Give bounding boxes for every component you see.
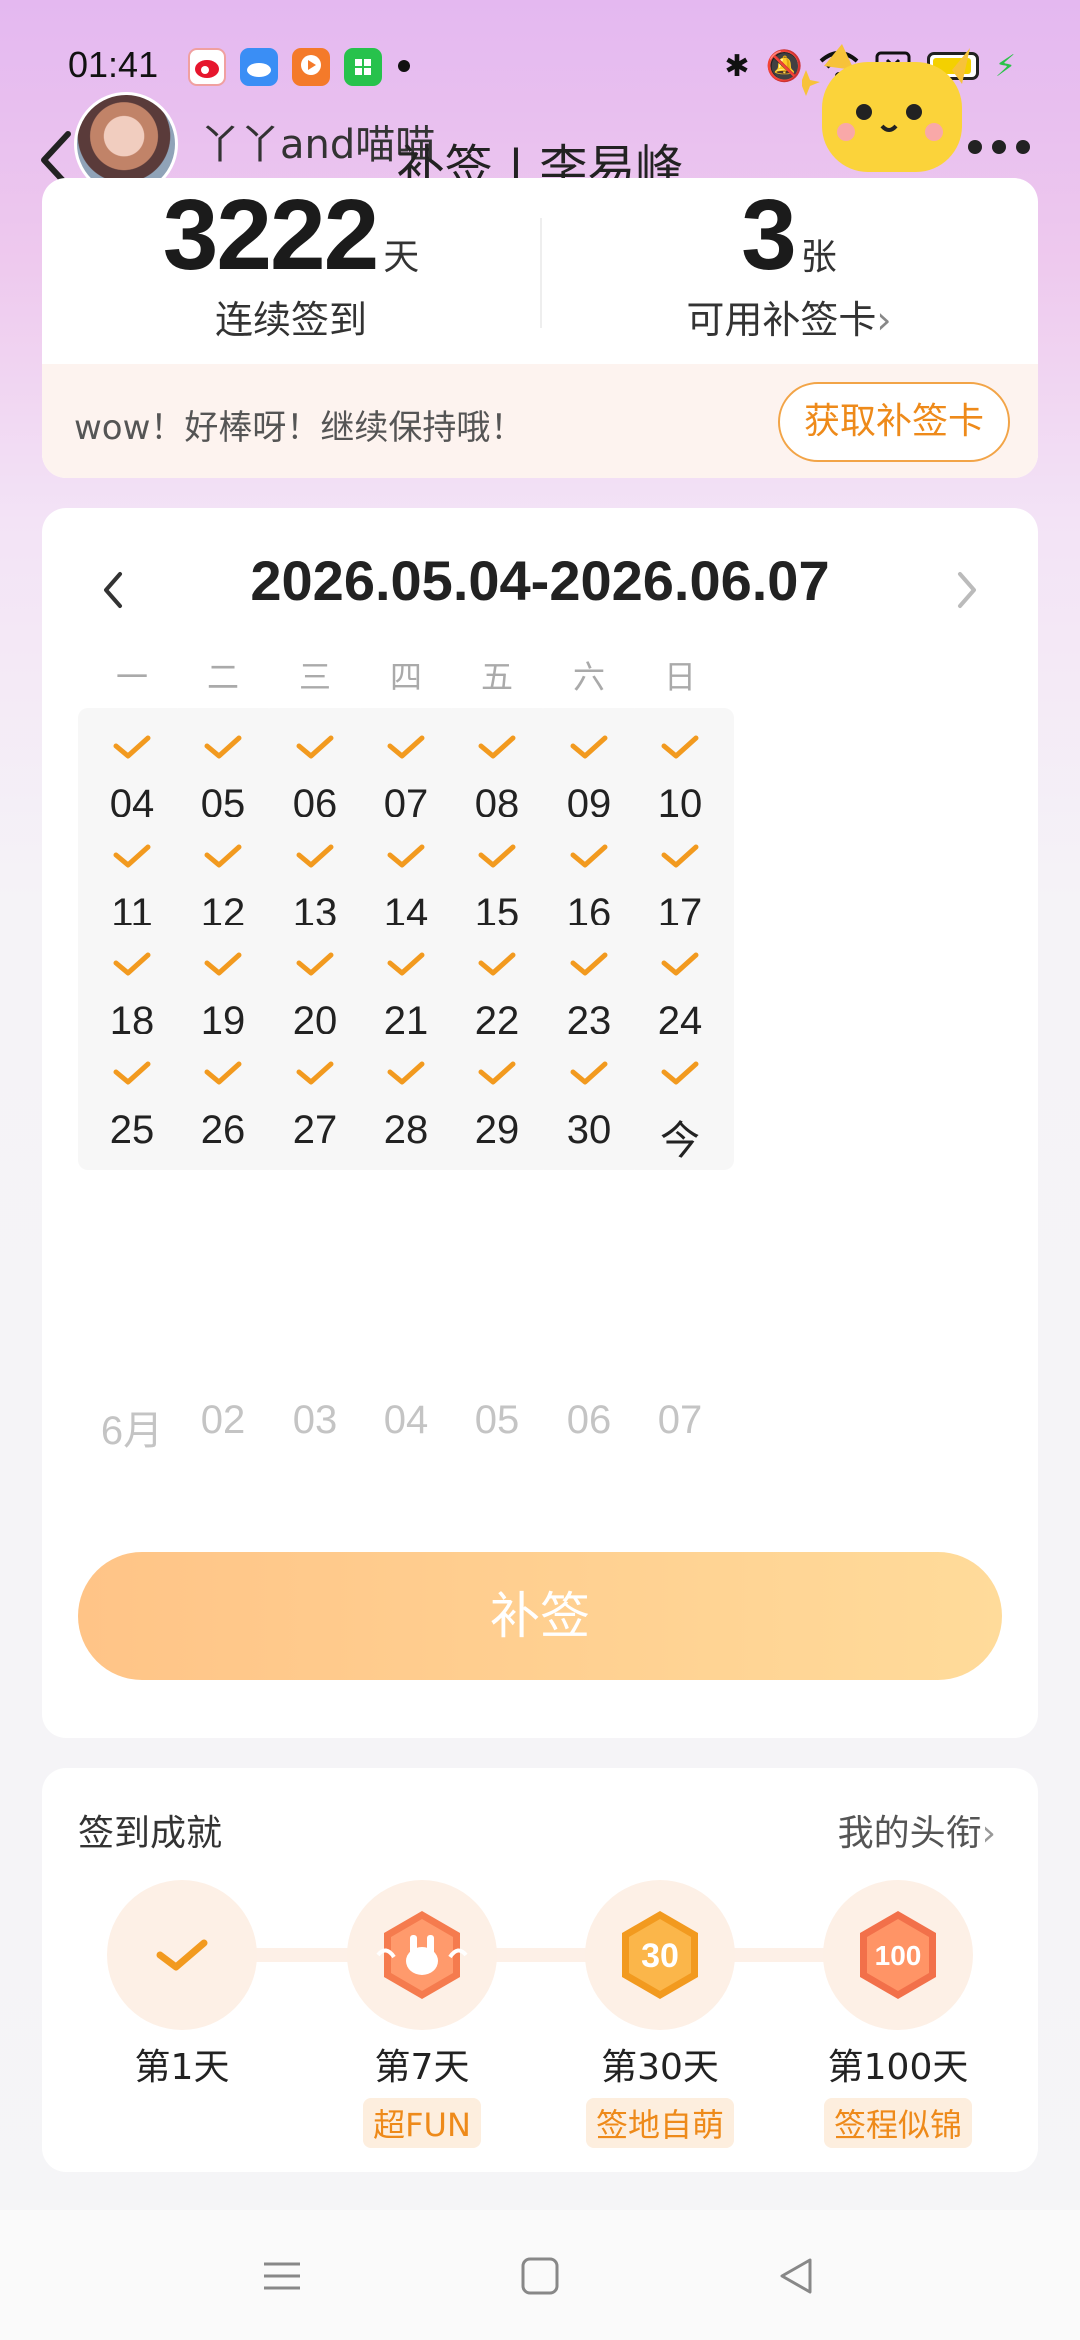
day-number: 今 — [660, 1118, 700, 1163]
chevron-right-icon: › — [981, 1813, 996, 1854]
check-icon — [661, 1061, 699, 1084]
achievement-day-label: 第7天 — [374, 2047, 470, 2088]
stats-card: 3222 天 连续签到 3张 可用补签卡› wow！好棒呀！继续保持哦！ 获取补签… — [42, 178, 1038, 478]
achievement-day-7[interactable]: 第7天 超FUN — [332, 1880, 512, 2148]
encouragement-bar: wow！好棒呀！继续保持哦！ 获取补签卡 — [42, 364, 1038, 478]
streak-stat: 3222 天 连续签到 — [42, 178, 540, 363]
cards-unit: 张 — [800, 237, 837, 278]
my-titles-label: 我的头衔 — [837, 1813, 982, 1854]
streak-label: 连续签到 — [214, 298, 367, 342]
achievement-tag: 签程似锦 — [823, 2098, 972, 2148]
cards-label-row[interactable]: 可用补签卡› — [540, 289, 1038, 344]
notification-dot — [398, 60, 410, 72]
check-icon — [107, 1880, 257, 2030]
my-titles-link[interactable]: 我的头衔› — [838, 1804, 996, 1856]
check-icon — [661, 735, 699, 759]
achievement-tag: 超FUN — [363, 2098, 481, 2148]
mascot-illustration — [802, 44, 970, 172]
makeup-cards-stat[interactable]: 3张 可用补签卡› — [540, 178, 1038, 363]
weibo-app-icon — [188, 48, 226, 86]
encouragement-text: wow！好棒呀！继续保持哦！ — [74, 408, 525, 448]
more-icon[interactable] — [968, 140, 1030, 154]
video-app-icon — [292, 48, 330, 86]
achievement-track — [182, 1948, 902, 1962]
badge-100-text: 100 — [875, 1940, 922, 1971]
30-days-badge-icon: 30 — [585, 1880, 735, 2030]
next-period-icon[interactable] — [946, 560, 986, 620]
100-days-badge-icon: 100 — [823, 1880, 973, 2030]
menu-icon[interactable] — [260, 2254, 304, 2298]
status-time: 01:41 — [68, 44, 159, 85]
calendar-range: 2026.05.04-2026.06.07 — [250, 549, 830, 612]
mini-app-icon — [344, 48, 382, 86]
calendar-card: 2026.05.04-2026.06.07 一二三四五六日 04 05 06 07 08… — [42, 508, 1038, 1738]
streak-value: 3222 — [162, 179, 379, 291]
achievement-tag: 签地自萌 — [585, 2098, 734, 2148]
achievement-day-label: 第100天 — [827, 2047, 969, 2088]
system-nav-bar — [0, 2210, 1080, 2340]
home-icon[interactable] — [518, 2254, 562, 2298]
hand-badge-icon — [347, 1880, 497, 2030]
achievement-day-1[interactable]: 第1天 — [92, 1880, 272, 2090]
charging-icon: ⚡ — [994, 48, 1016, 84]
achievement-day-30[interactable]: 30 第30天 签地自萌 — [570, 1880, 750, 2148]
achievements-card: 签到成就 我的头衔› 第1天 第7天 超FUN 30 第30天 签地自萌 100… — [42, 1768, 1038, 2172]
weekday-label: 日 — [663, 658, 696, 696]
cards-label: 可用补签卡 — [686, 298, 877, 342]
makeup-sign-button[interactable]: 补签 — [78, 1552, 1002, 1680]
badge-30-text: 30 — [641, 1937, 679, 1975]
achievements-title: 签到成就 — [78, 1813, 223, 1854]
cards-value: 3 — [741, 179, 797, 291]
mute-icon: 🔕 — [765, 48, 803, 84]
weather-app-icon — [240, 48, 278, 86]
check-icon — [661, 844, 699, 867]
calendar-day-future: 07 — [657, 1398, 703, 1442]
achievement-day-label: 第30天 — [601, 2047, 719, 2088]
achievement-day-100[interactable]: 100 第100天 签程似锦 — [808, 1880, 988, 2148]
calendar-day-signed[interactable]: 今 — [626, 1033, 734, 1170]
achievement-day-label: 第1天 — [134, 2047, 230, 2088]
chevron-right-icon: › — [876, 298, 892, 342]
check-icon — [661, 952, 699, 976]
streak-unit: 天 — [383, 237, 420, 278]
bluetooth-icon: ✱ — [724, 48, 750, 84]
get-makeup-card-button[interactable]: 获取补签卡 — [778, 382, 1010, 462]
back-icon[interactable] — [774, 2254, 818, 2298]
